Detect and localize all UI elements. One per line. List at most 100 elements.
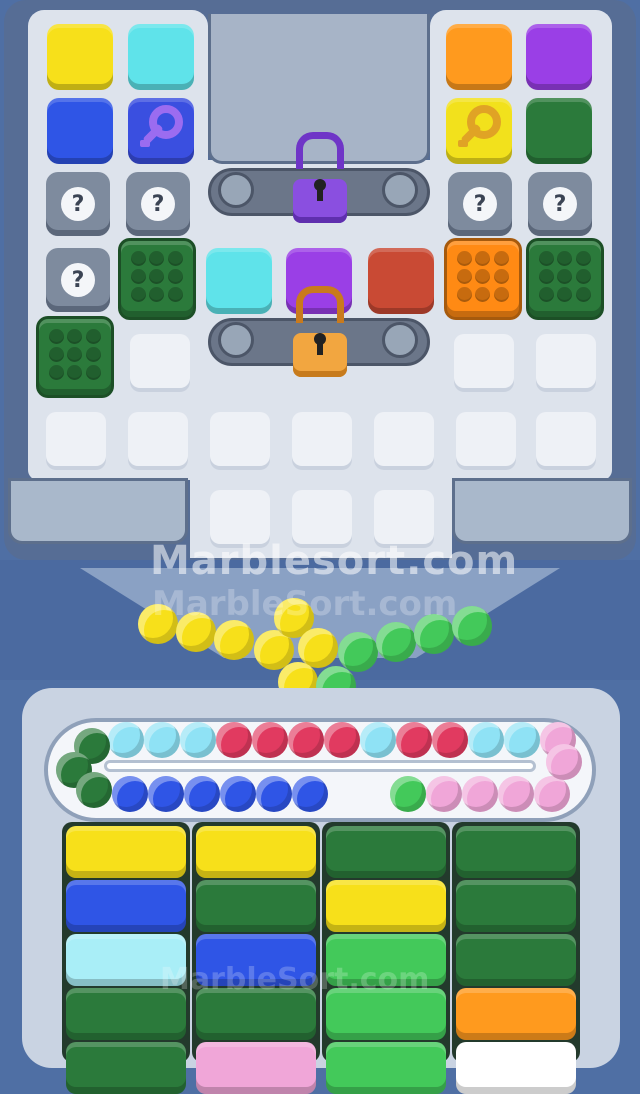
track-marble <box>256 776 292 812</box>
tile-purple[interactable] <box>526 24 592 90</box>
tile-blue[interactable] <box>47 98 113 164</box>
bubble-dot <box>457 269 472 284</box>
bubble-dot <box>167 269 183 284</box>
watermark-faint: MarbleSort.com <box>152 584 458 624</box>
bubble-dot <box>575 287 591 302</box>
bubble-dot <box>575 269 591 284</box>
color-slot[interactable] <box>196 880 316 932</box>
lock-shackle <box>296 286 344 323</box>
key-icon <box>128 98 194 168</box>
tile-red[interactable] <box>368 248 434 314</box>
tile-cyan-2[interactable] <box>206 248 272 314</box>
bubble-dot <box>475 251 491 266</box>
track-marble <box>108 722 144 758</box>
bubble-tile-green[interactable] <box>36 316 114 398</box>
bubble-tile-orange[interactable] <box>444 238 522 320</box>
bubble-dot <box>85 329 101 344</box>
bubble-tile-green[interactable] <box>526 238 604 320</box>
bubble-tile-green[interactable] <box>118 238 196 320</box>
bubble-grid <box>121 241 193 312</box>
bubble-dot <box>493 251 509 266</box>
color-slot[interactable] <box>326 826 446 878</box>
track-marble <box>390 776 426 812</box>
marble <box>338 632 378 672</box>
track-marble <box>468 722 504 758</box>
empty-slot <box>128 412 188 470</box>
color-slot[interactable] <box>196 1042 316 1094</box>
mystery-tile[interactable]: ? <box>46 248 110 312</box>
bubble-dot <box>557 287 573 302</box>
color-slot[interactable] <box>66 826 186 878</box>
bubble-dot <box>557 269 573 284</box>
mystery-tile[interactable]: ? <box>448 172 512 236</box>
conveyor-rail <box>104 760 536 772</box>
watermark-lower: MarbleSort.com <box>160 962 430 997</box>
color-slot[interactable] <box>456 826 576 878</box>
track-marble <box>252 722 288 758</box>
bubble-dot <box>149 251 165 266</box>
bubble-dot <box>131 269 146 284</box>
question-mark-icon: ? <box>463 187 497 221</box>
lock-body <box>293 333 347 377</box>
tile-cyan[interactable] <box>128 24 194 90</box>
empty-slot <box>456 412 516 470</box>
color-slot[interactable] <box>326 880 446 932</box>
keyhole-tail <box>317 343 323 355</box>
chain-knob <box>382 322 418 358</box>
bubble-dot <box>49 347 64 362</box>
tile-yellow-key[interactable] <box>446 98 512 164</box>
tile-yellow[interactable] <box>47 24 113 90</box>
key-icon <box>446 98 512 168</box>
track-marble <box>184 776 220 812</box>
track-marble <box>534 776 570 812</box>
track-marble <box>76 772 112 808</box>
track-marble <box>426 776 462 812</box>
empty-slot <box>536 412 596 470</box>
empty-slot <box>536 334 596 392</box>
color-slot[interactable] <box>456 880 576 932</box>
color-slot[interactable] <box>196 826 316 878</box>
color-slot[interactable] <box>456 1042 576 1094</box>
color-slot[interactable] <box>456 988 576 1040</box>
bubble-dot <box>493 287 509 302</box>
track-marble <box>288 722 324 758</box>
mystery-tile[interactable]: ? <box>528 172 592 236</box>
track-marble <box>462 776 498 812</box>
chain-knob <box>218 322 254 358</box>
track-marble <box>112 776 148 812</box>
track-marble <box>220 776 256 812</box>
mystery-tile[interactable]: ? <box>126 172 190 236</box>
color-slot[interactable] <box>66 880 186 932</box>
tile-green[interactable] <box>526 98 592 164</box>
empty-slot <box>210 412 270 470</box>
bubble-dot <box>131 251 146 266</box>
tile-blue-key[interactable] <box>128 98 194 164</box>
color-slot[interactable] <box>326 1042 446 1094</box>
bubble-dot <box>457 251 472 266</box>
orange-lock-icon[interactable] <box>293 286 347 377</box>
question-mark-icon: ? <box>141 187 175 221</box>
purple-lock-icon[interactable] <box>293 132 347 223</box>
color-slot[interactable] <box>456 934 576 986</box>
track-marble <box>144 722 180 758</box>
chain-knob <box>218 172 254 208</box>
bubble-grid <box>447 241 519 312</box>
question-mark-icon: ? <box>61 187 95 221</box>
mystery-tile[interactable]: ? <box>46 172 110 236</box>
empty-slot <box>46 412 106 470</box>
track-marble <box>360 722 396 758</box>
track-marble <box>498 776 534 812</box>
track-marble <box>396 722 432 758</box>
empty-slot <box>130 334 190 392</box>
bubble-dot <box>457 287 472 302</box>
chain-knob <box>382 172 418 208</box>
bubble-dot <box>493 269 509 284</box>
watermark-text: Marblesort.com <box>150 538 519 584</box>
color-slot[interactable] <box>66 1042 186 1094</box>
bubble-dot <box>475 269 491 284</box>
track-marble <box>432 722 468 758</box>
tile-orange[interactable] <box>446 24 512 90</box>
bubble-dot <box>85 365 101 380</box>
bubble-dot <box>49 329 64 344</box>
bubble-dot <box>557 251 573 266</box>
